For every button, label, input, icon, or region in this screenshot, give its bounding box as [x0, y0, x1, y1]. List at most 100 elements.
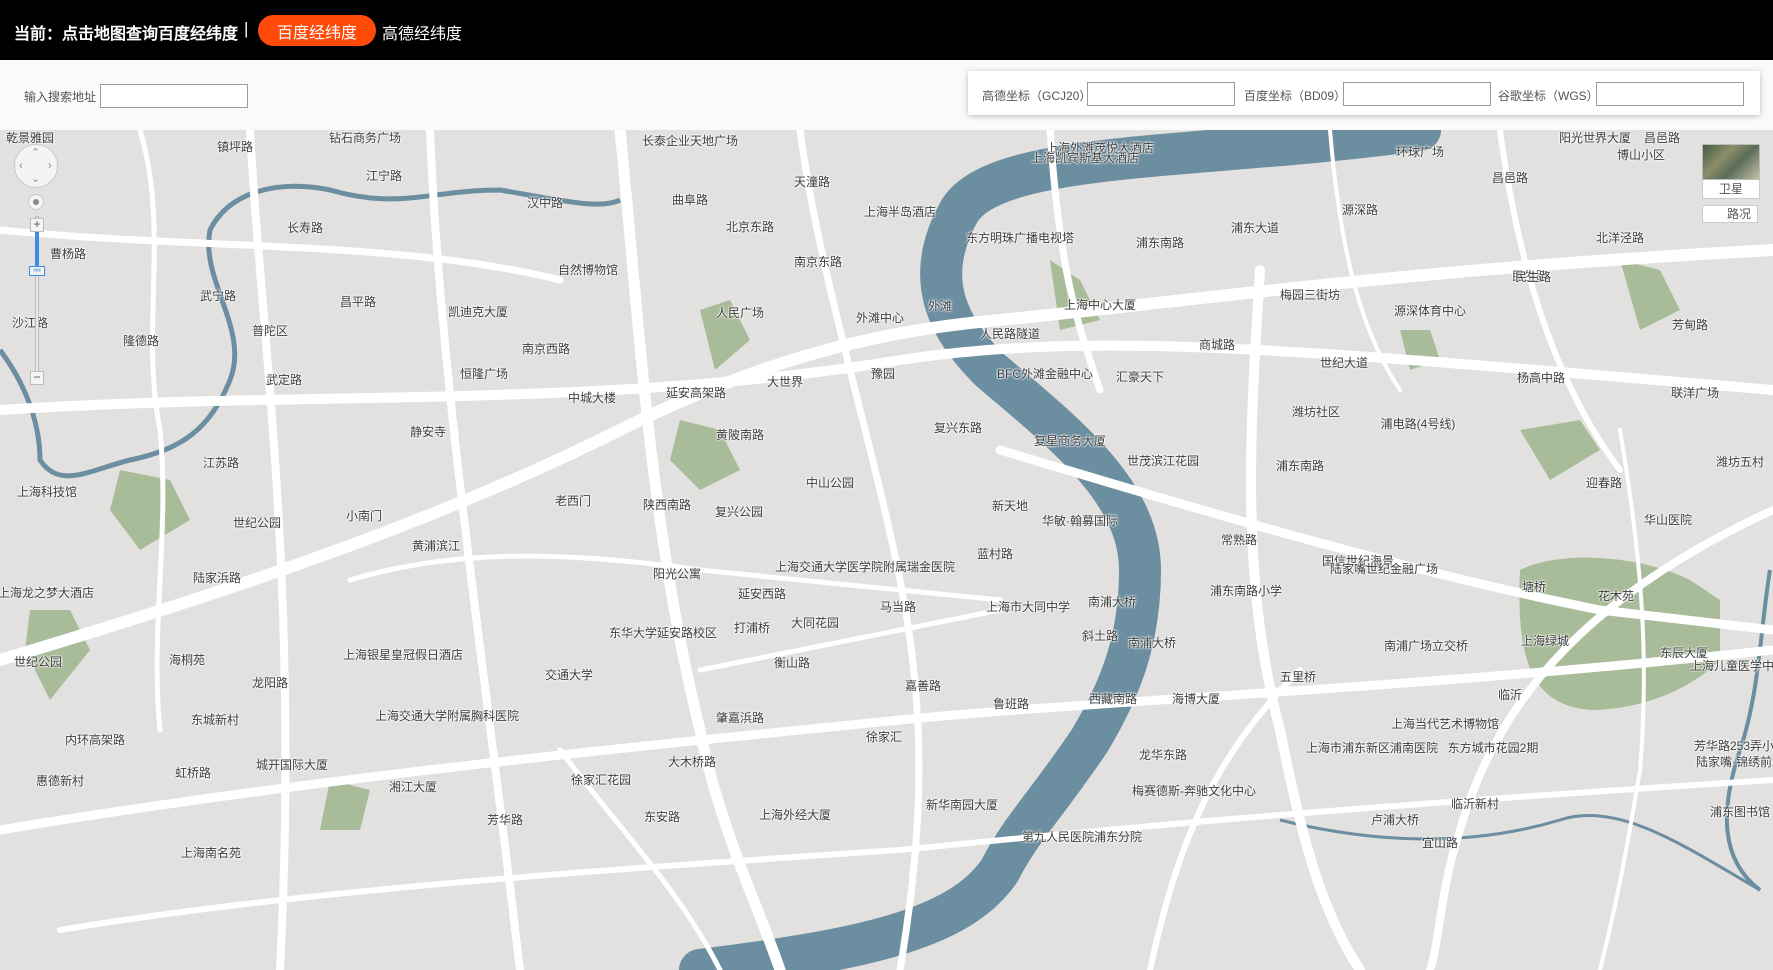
map-place-label: 西藏南路 [1088, 692, 1138, 706]
map-place-label: 曲阜路 [671, 193, 709, 207]
map-place-label: 环球广场 [1395, 145, 1445, 159]
satellite-toggle[interactable]: 卫星 [1702, 144, 1760, 199]
map-place-label: 杨高中路 [1516, 371, 1566, 385]
coordinates-panel: 高德坐标（GCJ20） 百度坐标（BD09） 谷歌坐标（WGS） [968, 71, 1760, 115]
map-place-label: 源深路 [1341, 203, 1379, 217]
map-place-label: 鲁班路 [992, 697, 1030, 711]
zoom-slider-handle[interactable]: ═ [29, 266, 45, 276]
map-place-label: 上海中心大厦 [1063, 298, 1137, 312]
zoom-in-button[interactable]: + [30, 218, 44, 232]
map-place-label: 江宁路 [365, 169, 403, 183]
gcj02-input[interactable] [1087, 82, 1235, 106]
map-place-label: 南浦大桥 [1087, 595, 1137, 609]
map-place-label: 外滩 [927, 299, 953, 313]
map-place-label: 天潼路 [793, 175, 831, 189]
map-place-label: 东华大学延安路校区 [608, 626, 718, 640]
gcj02-label: 高德坐标（GCJ20） [982, 89, 1092, 103]
map-place-label: 昌平路 [339, 295, 377, 309]
map-place-label: 延安西路 [737, 587, 787, 601]
locate-button[interactable] [28, 194, 44, 210]
map-place-label: 新华南园大厦 [925, 798, 999, 812]
map-place-label: 沙江路 [11, 316, 49, 330]
map-place-label: 嘉善路 [904, 679, 942, 693]
map-place-label: 东方城市花园2期 [1447, 741, 1539, 755]
map-place-label: 浦电路(4号线) [1380, 417, 1456, 431]
chevron-left-icon[interactable]: ‹ [19, 161, 23, 172]
tab-amap-coords[interactable]: 高德经纬度 [382, 20, 462, 44]
bd09-input[interactable] [1343, 82, 1491, 106]
map-place-label: 上海当代艺术博物馆 [1390, 717, 1500, 731]
map-place-label: 上海凯宾斯基大酒店 [1030, 151, 1140, 165]
map-place-label: 第九人民医院浦东分院 [1021, 830, 1143, 844]
wgs-input[interactable] [1596, 82, 1744, 106]
search-address-input[interactable] [100, 84, 248, 108]
map-place-label: 北洋泾路 [1595, 231, 1645, 245]
search-toolbar: 输入搜索地址 高德坐标（GCJ20） 百度坐标（BD09） 谷歌坐标（WGS） [0, 60, 1773, 131]
map-place-label: 普陀区 [251, 324, 289, 338]
map-place-label: BFC外滩金融中心 [996, 367, 1094, 381]
map-place-label: 镇坪路 [216, 140, 254, 154]
pan-control[interactable]: ⌃ ⌄ ‹ › [14, 144, 58, 188]
map-place-label: 老西门 [554, 494, 592, 508]
map-place-label: 复星商务大厦 [1033, 434, 1107, 448]
map-place-label: 上海龙之梦大酒店 [0, 586, 95, 600]
locate-icon [33, 199, 39, 205]
map-place-label: 世纪公园 [13, 655, 63, 669]
map-place-label: 上海外经大厦 [758, 808, 832, 822]
map-place-label: 江苏路 [202, 456, 240, 470]
map-place-label: 浦东南路 [1135, 236, 1185, 250]
chevron-right-icon[interactable]: › [48, 161, 52, 172]
zoom-slider-fill [35, 230, 39, 270]
map-place-label: 南浦广场立交桥 [1383, 639, 1469, 653]
map-place-label: 潍坊社区 [1291, 405, 1341, 419]
map-place-label: 迎春路 [1585, 476, 1623, 490]
wgs-label: 谷歌坐标（WGS） [1498, 89, 1599, 103]
map-place-label: 交通大学 [544, 668, 594, 682]
zoom-out-button[interactable]: − [30, 371, 44, 385]
map-place-label: 华山医院 [1643, 513, 1693, 527]
map-canvas[interactable]: 钻石商务广场 镇坪路 江宁路 长泰企业天地广场 曲阜路 天潼路 上海外滩茂悦大酒店 上海凯宾斯… [0, 130, 1773, 970]
map-place-label: 世纪公园 [232, 516, 282, 530]
map-place-label: 宜山路 [1421, 836, 1459, 850]
separator: | [244, 19, 249, 38]
chevron-up-icon[interactable]: ⌃ [31, 148, 40, 159]
map-place-label: 肇嘉浜路 [715, 711, 765, 725]
map-place-label: 武定路 [265, 373, 303, 387]
search-label: 输入搜索地址 [24, 90, 97, 104]
map-place-label: 花木苑 [1597, 589, 1635, 603]
traffic-toggle[interactable]: 路况 [1702, 205, 1758, 223]
map-place-label: 阳光世界大厦 [1558, 131, 1632, 145]
map-place-label: 新天地 [991, 499, 1029, 513]
top-bar: 当前：点击地图查询百度经纬度 | 百度经纬度 高德经纬度 [0, 0, 1773, 60]
map-place-label: 博山小区 [1616, 148, 1666, 162]
chevron-down-icon[interactable]: ⌄ [31, 174, 40, 185]
map-place-label: 马当路 [879, 600, 917, 614]
tab-baidu-coords[interactable]: 百度经纬度 [258, 15, 376, 46]
map-place-label: 虹桥路 [174, 766, 212, 780]
map-place-label: 小南门 [345, 509, 383, 523]
current-mode-text: 当前：点击地图查询百度经纬度 [14, 26, 239, 43]
map-place-label: 世茂滨江花园 [1126, 454, 1200, 468]
map-place-label: 复兴东路 [933, 421, 983, 435]
map-place-label: 惠德新村 [35, 774, 85, 788]
map-place-label: 复兴公园 [714, 505, 764, 519]
map-place-label: 打浦桥 [733, 621, 771, 635]
map-place-label: 常熟路 [1220, 533, 1258, 547]
map-place-label: 民生路 [1514, 270, 1552, 284]
map-place-label: 塘桥 [1521, 580, 1547, 594]
map-place-label: 昌邑路 [1491, 171, 1529, 185]
map-place-label: 临沂 [1497, 688, 1523, 702]
map-place-label: 豫园 [870, 367, 896, 381]
map-place-label: 商城路 [1198, 338, 1236, 352]
map-place-label: 芳华路 [486, 813, 524, 827]
map-place-label: 陆家嘴世纪金融广场 [1329, 562, 1439, 576]
map-place-label: 卢浦大桥 [1370, 813, 1420, 827]
map-place-label: 南浦大桥 [1127, 636, 1177, 650]
map-place-label: 陆家嘴·锦绣前城 [1696, 755, 1773, 769]
map-place-label: 上海交通大学医学院附属瑞金医院 [774, 560, 956, 574]
map-place-label: 陆家浜路 [192, 571, 242, 585]
map-place-label: 长泰企业天地广场 [641, 134, 739, 148]
map-place-label: 乾景雅园 [5, 131, 55, 145]
map-place-label: 黄浦滨江 [411, 539, 461, 553]
map-place-label: 延安高架路 [665, 386, 727, 400]
